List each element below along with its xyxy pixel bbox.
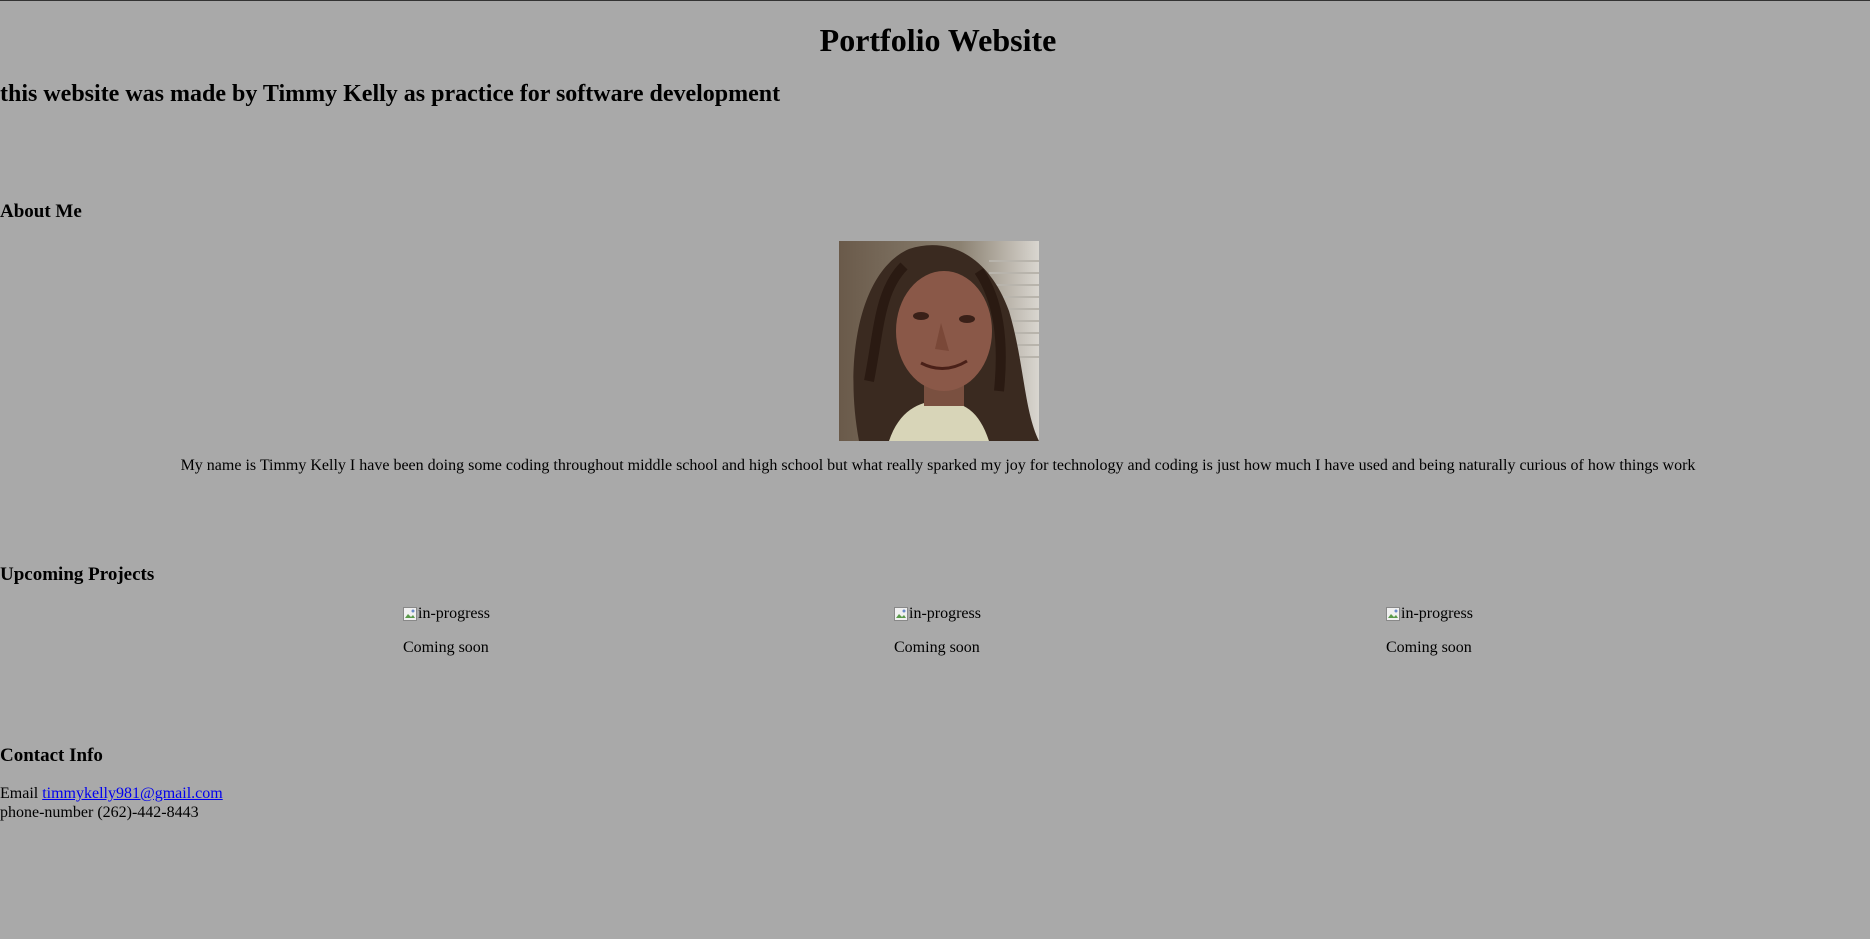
page-subtitle: this website was made by Timmy Kelly as …	[0, 81, 781, 107]
project-caption: Coming soon	[894, 639, 980, 656]
projects-heading: Upcoming Projects	[0, 564, 155, 585]
broken-image-icon	[1386, 607, 1400, 621]
project-image-alt: in-progress	[418, 605, 490, 622]
project-card: in-progress Coming soon	[894, 604, 1094, 658]
email-line: Email timmykelly981@gmail.com	[0, 784, 223, 803]
about-heading: About Me	[0, 201, 82, 222]
contact-heading: Contact Info	[0, 745, 103, 766]
project-image: in-progress	[403, 604, 603, 624]
broken-image-icon	[894, 607, 908, 621]
project-image-alt: in-progress	[1401, 605, 1473, 622]
phone-number: (262)-442-8443	[97, 804, 199, 821]
page-title: Portfolio Website	[819, 22, 1057, 58]
project-image-alt: in-progress	[909, 605, 981, 622]
project-caption: Coming soon	[403, 639, 489, 656]
profile-photo	[839, 241, 1039, 441]
project-image: in-progress	[894, 604, 1094, 624]
broken-image-icon	[403, 607, 417, 621]
top-border	[0, 0, 1870, 1]
email-link[interactable]: timmykelly981@gmail.com	[42, 785, 223, 802]
project-caption: Coming soon	[1386, 639, 1472, 656]
project-card: in-progress Coming soon	[1386, 604, 1586, 658]
project-image: in-progress	[1386, 604, 1586, 624]
phone-line: phone-number (262)-442-8443	[0, 803, 223, 822]
about-paragraph: My name is Timmy Kelly I have been doing…	[180, 457, 1696, 474]
email-label: Email	[0, 785, 39, 802]
project-card: in-progress Coming soon	[403, 604, 603, 658]
phone-label: phone-number	[0, 804, 94, 821]
contact-info: Email timmykelly981@gmail.com phone-numb…	[0, 784, 223, 822]
